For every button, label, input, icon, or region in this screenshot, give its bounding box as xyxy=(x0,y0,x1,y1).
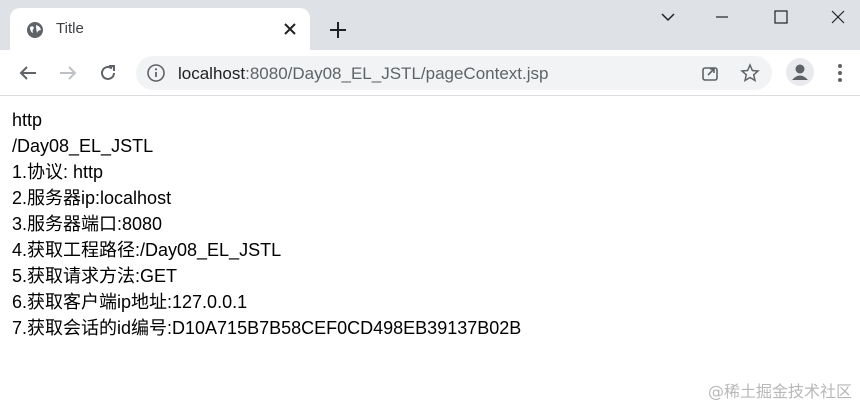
protocol-line: 1.协议: http xyxy=(12,162,104,182)
plus-icon[interactable] xyxy=(326,18,350,42)
project-path-line: 4.获取工程路径:/Day08_EL_JSTL xyxy=(12,240,282,260)
window-close-icon[interactable] xyxy=(827,6,849,28)
arrow-left-icon[interactable] xyxy=(16,61,40,85)
maximize-icon[interactable] xyxy=(770,6,792,28)
profile-avatar[interactable] xyxy=(786,58,814,86)
session-id-line: 7.获取会话的id编号:D10A715B7B58CEF0CD498EB39137… xyxy=(12,318,522,338)
close-icon[interactable] xyxy=(280,19,300,39)
request-method-line: 5.获取请求方法:GET xyxy=(12,266,178,286)
arrow-right-icon[interactable] xyxy=(56,61,80,85)
browser-tab[interactable]: Title xyxy=(10,8,310,50)
share-icon[interactable] xyxy=(700,63,720,83)
url-text[interactable]: localhost:8080/Day08_EL_JSTL/pageContext… xyxy=(178,64,548,84)
star-icon[interactable] xyxy=(740,63,760,83)
person-icon xyxy=(792,64,808,80)
kebab-menu-icon[interactable] xyxy=(828,61,852,85)
context-path-line: /Day08_EL_JSTL xyxy=(12,136,154,156)
globe-icon xyxy=(27,22,43,38)
page-content: http /Day08_EL_JSTL 1.协议: http 2.服务器ip:l… xyxy=(12,107,852,341)
reload-icon[interactable] xyxy=(96,61,120,85)
chevron-down-icon[interactable] xyxy=(657,6,679,28)
info-icon[interactable] xyxy=(146,63,166,83)
tab-strip: Title xyxy=(0,0,860,50)
client-ip-line: 6.获取客户端ip地址:127.0.0.1 xyxy=(12,292,248,312)
address-bar[interactable]: localhost:8080/Day08_EL_JSTL/pageContext… xyxy=(136,56,772,90)
server-port-line: 3.服务器端口:8080 xyxy=(12,214,163,234)
scheme-line: http xyxy=(12,110,43,130)
url-host: localhost xyxy=(178,64,246,83)
watermark: @稀土掘金技术社区 xyxy=(707,382,852,401)
browser-toolbar: localhost:8080/Day08_EL_JSTL/pageContext… xyxy=(0,50,860,96)
server-ip-line: 2.服务器ip:localhost xyxy=(12,188,172,208)
url-path: :8080/Day08_EL_JSTL/pageContext.jsp xyxy=(245,64,549,83)
minimize-icon[interactable] xyxy=(711,6,733,28)
tab-title: Title xyxy=(56,20,84,37)
